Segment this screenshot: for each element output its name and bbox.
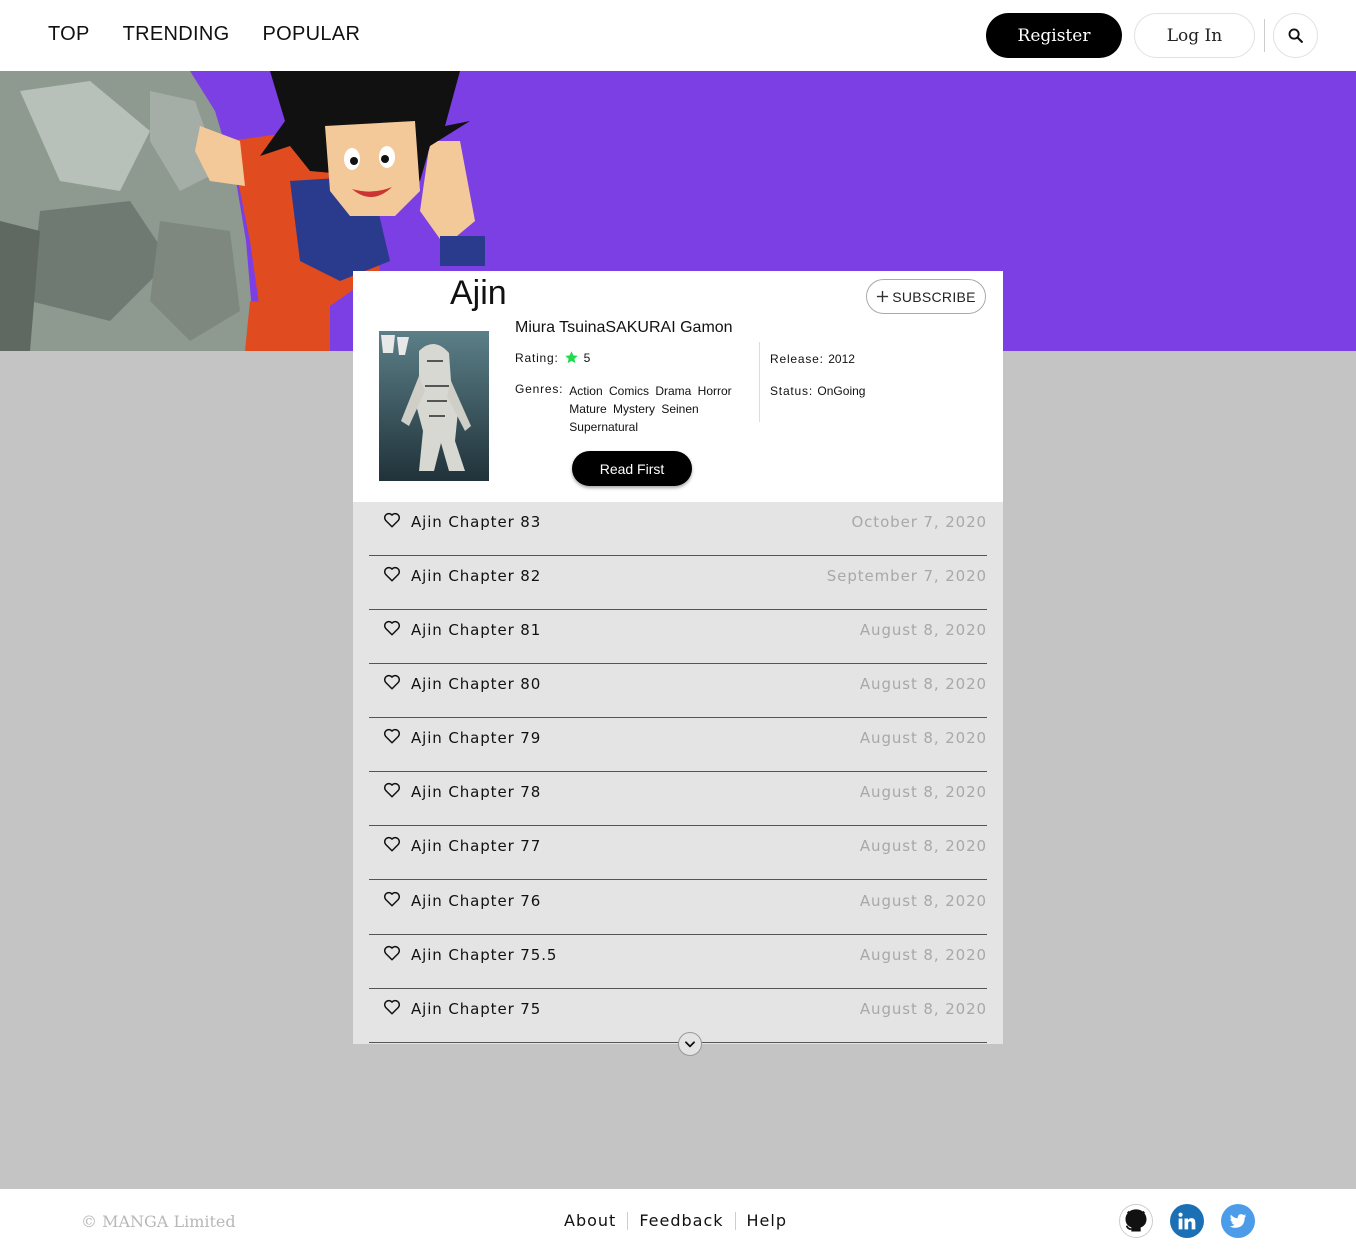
footer-link-about[interactable]: About <box>564 1211 616 1230</box>
chapter-date: August 8, 2020 <box>859 892 987 910</box>
chapter-date: August 8, 2020 <box>859 783 987 801</box>
genres-row: Genres: Action Comics Drama Horror Matur… <box>515 382 745 436</box>
rating-value: 5 <box>583 350 591 365</box>
rating-label: Rating: <box>515 350 559 365</box>
chapter-name[interactable]: Ajin Chapter 76 <box>411 892 541 910</box>
linkedin-link[interactable] <box>1170 1204 1204 1238</box>
status-row: Status: OnGoing <box>770 382 865 400</box>
footer-link-help[interactable]: Help <box>747 1211 787 1230</box>
status-label: Status: <box>770 384 813 398</box>
heart-icon[interactable] <box>383 944 401 962</box>
chapter-row[interactable]: Ajin Chapter 75 August 8, 2020 <box>369 989 987 1043</box>
footer-separator <box>627 1211 629 1230</box>
heart-icon[interactable] <box>383 673 401 691</box>
chapter-row[interactable]: Ajin Chapter 77 August 8, 2020 <box>369 826 987 880</box>
twitter-link[interactable] <box>1221 1204 1255 1238</box>
footer-separator <box>734 1211 736 1230</box>
manga-title: Ajin <box>450 274 507 312</box>
chapter-name[interactable]: Ajin Chapter 77 <box>411 837 541 855</box>
chapter-date: September 7, 2020 <box>826 567 987 585</box>
read-first-button[interactable]: Read First <box>572 451 692 486</box>
subscribe-label: SUBSCRIBE <box>892 288 976 305</box>
release-label: Release: <box>770 352 824 366</box>
chapter-date: August 8, 2020 <box>859 621 987 639</box>
status-value: OnGoing <box>817 384 866 398</box>
footer-links: About Feedback Help <box>564 1211 787 1230</box>
nav-links: TOP TRENDING POPULAR <box>48 23 393 46</box>
linkedin-icon <box>1178 1212 1196 1230</box>
copyright-text: © MANGA Limited <box>81 1212 236 1231</box>
manga-author: Miura TsuinaSAKURAI Gamon <box>515 319 733 336</box>
heart-icon[interactable] <box>383 998 401 1016</box>
chapter-row[interactable]: Ajin Chapter 79 August 8, 2020 <box>369 718 987 772</box>
top-nav: TOP TRENDING POPULAR Register Log In <box>0 0 1356 71</box>
search-button[interactable] <box>1273 13 1318 58</box>
manga-cover <box>379 331 489 481</box>
chapter-row[interactable]: Ajin Chapter 75.5 August 8, 2020 <box>369 935 987 989</box>
login-button[interactable]: Log In <box>1134 13 1255 58</box>
star-icon <box>564 351 578 364</box>
chapter-name[interactable]: Ajin Chapter 75.5 <box>411 946 557 964</box>
nav-link-popular[interactable]: POPULAR <box>263 23 361 46</box>
chapter-row[interactable]: Ajin Chapter 81 August 8, 2020 <box>369 610 987 664</box>
chapter-name[interactable]: Ajin Chapter 80 <box>411 675 541 693</box>
github-icon <box>1125 1209 1147 1232</box>
chapter-name[interactable]: Ajin Chapter 81 <box>411 621 541 639</box>
heart-icon[interactable] <box>383 835 401 853</box>
info-divider <box>759 342 760 422</box>
chapter-row[interactable]: Ajin Chapter 82 September 7, 2020 <box>369 556 987 610</box>
chapter-row[interactable]: Ajin Chapter 80 August 8, 2020 <box>369 664 987 718</box>
nav-link-trending[interactable]: TRENDING <box>123 23 230 46</box>
register-button[interactable]: Register <box>986 13 1122 58</box>
nav-divider <box>1264 19 1265 52</box>
twitter-icon <box>1229 1214 1247 1228</box>
chapter-date: August 8, 2020 <box>859 675 987 693</box>
release-value: 2012 <box>828 352 855 366</box>
heart-icon[interactable] <box>383 727 401 745</box>
nav-link-top[interactable]: TOP <box>48 23 90 46</box>
chapter-row[interactable]: Ajin Chapter 83 October 7, 2020 <box>369 502 987 556</box>
expand-list-button[interactable] <box>678 1032 702 1056</box>
chapter-name[interactable]: Ajin Chapter 83 <box>411 513 541 531</box>
chapter-row[interactable]: Ajin Chapter 78 August 8, 2020 <box>369 772 987 826</box>
chapter-date: August 8, 2020 <box>859 946 987 964</box>
chapter-name[interactable]: Ajin Chapter 82 <box>411 567 541 585</box>
release-row: Release: 2012 <box>770 350 855 368</box>
chapter-name[interactable]: Ajin Chapter 75 <box>411 1000 541 1018</box>
footer: © MANGA Limited About Feedback Help <box>0 1189 1356 1254</box>
chapter-date: October 7, 2020 <box>851 513 987 531</box>
footer-link-feedback[interactable]: Feedback <box>639 1211 723 1230</box>
chevron-down-icon <box>685 1041 695 1048</box>
chapter-date: August 8, 2020 <box>859 1000 987 1018</box>
chapter-date: August 8, 2020 <box>859 837 987 855</box>
chapter-list: Ajin Chapter 83 October 7, 2020 Ajin Cha… <box>353 502 1003 1044</box>
rating-row: Rating: 5 <box>515 350 590 365</box>
chapter-name[interactable]: Ajin Chapter 78 <box>411 783 541 801</box>
heart-icon[interactable] <box>383 565 401 583</box>
heart-icon[interactable] <box>383 511 401 529</box>
heart-icon[interactable] <box>383 781 401 799</box>
plus-icon <box>877 290 889 303</box>
search-icon <box>1288 28 1303 43</box>
subscribe-button[interactable]: SUBSCRIBE <box>866 279 986 314</box>
manga-info-card: Ajin SUBSCRIBE Miura TsuinaSAKURAI Gamon… <box>353 271 1003 502</box>
genres-list: Action Comics Drama Horror Mature Myster… <box>569 384 732 434</box>
heart-icon[interactable] <box>383 619 401 637</box>
chapter-date: August 8, 2020 <box>859 729 987 747</box>
chapter-name[interactable]: Ajin Chapter 79 <box>411 729 541 747</box>
github-link[interactable] <box>1119 1204 1153 1238</box>
heart-icon[interactable] <box>383 890 401 908</box>
chapter-row[interactable]: Ajin Chapter 76 August 8, 2020 <box>369 881 987 935</box>
genres-label: Genres: <box>515 382 564 396</box>
